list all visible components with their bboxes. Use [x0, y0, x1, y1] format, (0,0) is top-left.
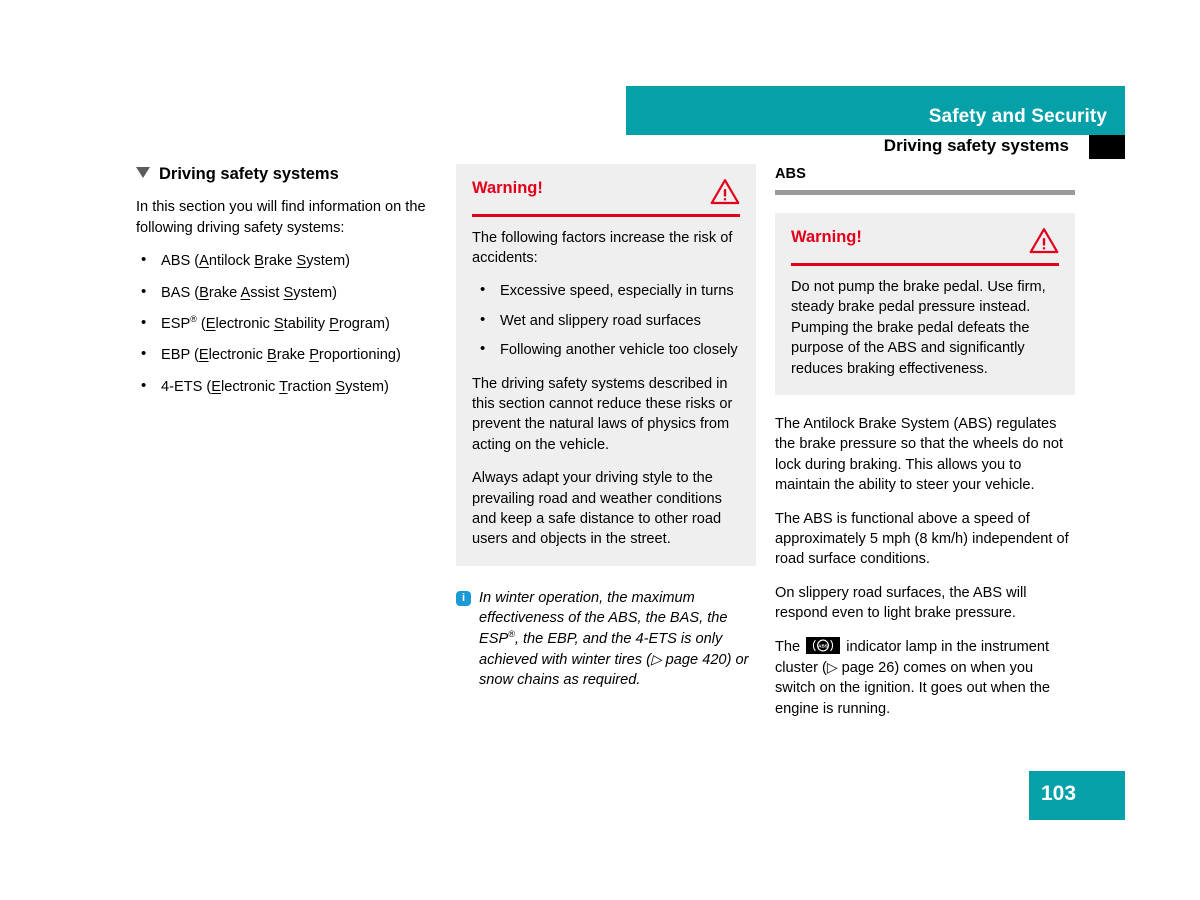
lamp-text-before: The	[775, 638, 805, 655]
header-banner: Safety and Security	[626, 86, 1125, 135]
left-column: Driving safety systems In this section y…	[136, 164, 436, 408]
warning-triangle-icon	[710, 178, 740, 205]
list-item: ESP® (Electronic Stability Program)	[136, 313, 436, 334]
page-number-block: 103	[1029, 771, 1125, 820]
warning-box-general: Warning! The following factors increase …	[456, 164, 756, 566]
xref-arrow-icon: ▷	[650, 651, 662, 667]
triangle-down-icon	[136, 167, 150, 178]
list-item: Wet and slippery road surfaces	[472, 310, 740, 331]
registered-mark: ®	[508, 628, 515, 639]
list-item: 4-ETS (Electronic Traction System)	[136, 376, 436, 397]
section-heading: Driving safety systems	[136, 164, 436, 184]
abs-heading-divider	[775, 190, 1075, 196]
warning-paragraphs: The driving safety systems described in …	[472, 374, 740, 550]
warning-box-abs: Warning! Do not pump the brake pedal. Us…	[775, 213, 1075, 395]
intro-paragraph: In this section you will find informatio…	[136, 199, 426, 236]
xref-arrow-icon: ▷	[826, 659, 838, 675]
section-heading-label: Driving safety systems	[159, 165, 339, 183]
warning-text: Do not pump the brake pedal. Use firm, s…	[791, 278, 1046, 377]
list-item: Excessive speed, especially in turns	[472, 280, 740, 301]
abs-heading: ABS	[775, 166, 806, 182]
warning-header: Warning!	[791, 227, 1059, 263]
warning-paragraph: The driving safety systems described in …	[472, 375, 733, 453]
svg-text:ABS: ABS	[818, 643, 828, 648]
manual-page: Safety and Security Driving safety syste…	[0, 0, 1200, 900]
warning-body: The following factors increase the risk …	[472, 228, 740, 550]
driving-safety-systems-list: ABS (Antilock Brake System) BAS (Brake As…	[136, 250, 436, 397]
warning-paragraph: Always adapt your driving style to the p…	[472, 470, 722, 548]
warning-title: Warning!	[791, 228, 862, 247]
page-number: 103	[1041, 782, 1077, 805]
list-item: ABS (Antilock Brake System)	[136, 250, 436, 271]
warning-triangle-icon	[1029, 227, 1059, 254]
info-icon: i	[456, 590, 471, 606]
warning-divider	[791, 263, 1059, 266]
list-item: BAS (Brake Assist System)	[136, 282, 436, 303]
warning-divider	[472, 214, 740, 217]
middle-column: Warning! The following factors increase …	[456, 164, 756, 691]
warning-intro: The following factors increase the risk …	[472, 229, 733, 266]
chapter-tab-marker	[1089, 135, 1125, 159]
abs-paragraph: The ABS is functional above a speed of a…	[775, 510, 1069, 568]
risk-factors-list: Excessive speed, especially in turns Wet …	[472, 280, 740, 360]
abs-paragraph: The Antilock Brake System (ABS) regulate…	[775, 415, 1063, 494]
abs-paragraphs: The Antilock Brake System (ABS) regulate…	[775, 414, 1075, 624]
abs-indicator-lamp-icon: ABS	[806, 636, 841, 654]
warning-title: Warning!	[472, 179, 543, 197]
warning-header: Warning!	[472, 178, 740, 214]
header-subtitle: Driving safety systems	[883, 136, 1069, 155]
note-xref[interactable]: page 420	[662, 652, 727, 668]
header-subtitle-row: Driving safety systems	[626, 135, 1125, 159]
abs-paragraph: On slippery road surfaces, the ABS will …	[775, 584, 1027, 622]
right-column: ABS Warning! Do not pump the brake pedal…	[775, 164, 1075, 732]
header-title: Safety and Security	[928, 106, 1107, 127]
list-item: EBP (Electronic Brake Proportioning)	[136, 344, 436, 365]
winter-operation-note: i In winter operation, the maximum effec…	[456, 588, 756, 691]
abs-lamp-paragraph: The ABS indicator lamp in the instrument…	[775, 636, 1075, 720]
list-item: Following another vehicle too closely	[472, 339, 740, 360]
warning-body: Do not pump the brake pedal. Use firm, s…	[791, 277, 1059, 379]
lamp-xref[interactable]: page 26	[838, 660, 895, 676]
note-text: In winter operation, the maximum effecti…	[479, 588, 756, 691]
